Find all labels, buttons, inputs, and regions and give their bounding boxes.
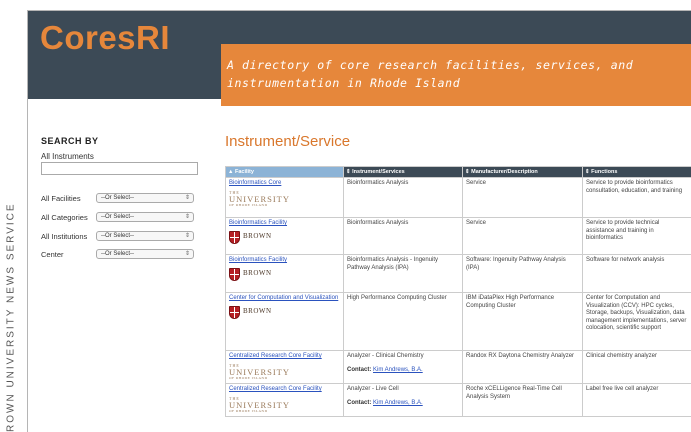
facility-link[interactable]: Center for Computation and Visualization: [229, 295, 340, 303]
instrument-cell: Bioinformatics Analysis: [343, 177, 463, 218]
column-header-functions[interactable]: ⇕ Functions: [582, 166, 691, 178]
functions-cell: Clinical chemistry analyzer: [582, 350, 691, 384]
manufacturer-cell: Roche xCELLigence Real-Time Cell Analysi…: [462, 383, 583, 417]
tagline-banner: A directory of core research facilities,…: [221, 44, 691, 106]
tagline-text: A directory of core research facilities,…: [227, 58, 634, 90]
instrument-text: Analyzer - Live Cell: [347, 386, 399, 392]
facility-link[interactable]: Centralized Research Core Facility: [229, 353, 340, 361]
contact-label: Contact:: [347, 399, 372, 406]
table-row: Bioinformatics Facility BROWN Bioinforma…: [225, 254, 691, 293]
select-arrow-icon: ⇕: [184, 195, 190, 201]
functions-cell: Label free live cell analyzer: [582, 383, 691, 417]
instrument-table: ▲ Facility ⇕ Instrument/Services ⇕ Manuf…: [225, 166, 691, 417]
facility-link[interactable]: Bioinformatics Facility: [229, 220, 340, 228]
contact-line: Contact: Kim Andrews, B.A.: [347, 400, 459, 408]
facility-cell: Bioinformatics Facility BROWN: [225, 254, 344, 293]
facilities-select[interactable]: --Or Select-- ⇕: [96, 193, 194, 203]
column-header-facility[interactable]: ▲ Facility: [225, 166, 344, 178]
brown-logo: BROWN: [229, 267, 340, 281]
manufacturer-cell: Software: Ingenuity Pathway Analysis (IP…: [462, 254, 583, 293]
uri-logo: THE UNIVERSITY OF RHODE ISLAND: [229, 395, 290, 413]
contact-label: Contact:: [347, 366, 372, 373]
table-row: Bioinformatics Core THE UNIVERSITY OF RH…: [225, 177, 691, 218]
contact-link[interactable]: Kim Andrews, B.A.: [373, 367, 423, 373]
instrument-cell: Bioinformatics Analysis - Ingenuity Path…: [343, 254, 463, 293]
table-row: Centralized Research Core Facility THE U…: [225, 383, 691, 417]
contact-link[interactable]: Kim Andrews, B.A.: [373, 400, 423, 406]
page-title: Instrument/Service: [225, 133, 351, 150]
institutions-select[interactable]: --Or Select-- ⇕: [96, 231, 194, 241]
facilities-select-value: --Or Select--: [101, 195, 134, 201]
uri-logo: THE UNIVERSITY OF RHODE ISLAND: [229, 189, 290, 207]
manufacturer-cell: Randox RX Daytona Chemistry Analyzer: [462, 350, 583, 384]
facility-cell: Centralized Research Core Facility THE U…: [225, 383, 344, 417]
instrument-cell: High Performance Computing Cluster: [343, 292, 463, 351]
facility-cell: Centralized Research Core Facility THE U…: [225, 350, 344, 384]
brown-logo: BROWN: [229, 305, 340, 319]
center-select-value: --Or Select--: [101, 251, 134, 257]
facility-cell: Bioinformatics Facility BROWN: [225, 217, 344, 255]
instrument-cell: Analyzer - Clinical Chemistry Contact: K…: [343, 350, 463, 384]
shield-icon: [229, 305, 240, 319]
functions-cell: Service to provide technical assistance …: [582, 217, 691, 255]
center-filter-label: Center: [41, 250, 64, 259]
table-row: Bioinformatics Facility BROWN Bioinforma…: [225, 217, 691, 255]
table-header-row: ▲ Facility ⇕ Instrument/Services ⇕ Manuf…: [225, 166, 691, 178]
manufacturer-cell: Service: [462, 177, 583, 218]
instrument-text: Analyzer - Clinical Chemistry: [347, 353, 424, 359]
column-header-instrument[interactable]: ⇕ Instrument/Services: [343, 166, 463, 178]
manufacturer-cell: IBM iDataPlex High Performance Computing…: [462, 292, 583, 351]
categories-select-value: --Or Select--: [101, 214, 134, 220]
categories-select[interactable]: --Or Select-- ⇕: [96, 212, 194, 222]
photo-credit-text: ROWN UNIVERSITY NEWS SERVICE: [5, 202, 17, 432]
institutions-filter-label: All Institutions: [41, 232, 88, 241]
table-row: Center for Computation and Visualization…: [225, 292, 691, 351]
center-select[interactable]: --Or Select-- ⇕: [96, 249, 194, 259]
search-by-heading: SEARCH BY: [41, 136, 99, 146]
table-row: Centralized Research Core Facility THE U…: [225, 350, 691, 384]
facility-link[interactable]: Bioinformatics Facility: [229, 257, 340, 265]
functions-cell: Service to provide bioinformatics consul…: [582, 177, 691, 218]
institutions-select-value: --Or Select--: [101, 233, 134, 239]
uri-logo: THE UNIVERSITY OF RHODE ISLAND: [229, 362, 290, 380]
facilities-filter-label: All Facilities: [41, 194, 81, 203]
instrument-search-input[interactable]: [41, 162, 198, 175]
functions-cell: Software for network analysis: [582, 254, 691, 293]
instrument-cell: Bioinformatics Analysis: [343, 217, 463, 255]
facility-link[interactable]: Centralized Research Core Facility: [229, 386, 340, 394]
all-instruments-label: All Instruments: [41, 152, 94, 161]
functions-cell: Center for Computation and Visualization…: [582, 292, 691, 351]
site-logo[interactable]: CoresRI: [40, 19, 170, 57]
manufacturer-cell: Service: [462, 217, 583, 255]
shield-icon: [229, 230, 240, 244]
facility-cell: Center for Computation and Visualization…: [225, 292, 344, 351]
select-arrow-icon: ⇕: [184, 251, 190, 257]
brown-logo: BROWN: [229, 230, 340, 244]
photo-credit: ROWN UNIVERSITY NEWS SERVICE: [0, 0, 22, 432]
shield-icon: [229, 267, 240, 281]
contact-line: Contact: Kim Andrews, B.A.: [347, 367, 459, 375]
browser-page: CoresRI A directory of core research fac…: [27, 10, 691, 432]
select-arrow-icon: ⇕: [184, 214, 190, 220]
instrument-cell: Analyzer - Live Cell Contact: Kim Andrew…: [343, 383, 463, 417]
column-header-manufacturer[interactable]: ⇕ Manufacturer/Description: [462, 166, 583, 178]
select-arrow-icon: ⇕: [184, 233, 190, 239]
categories-filter-label: All Categories: [41, 213, 88, 222]
facility-link[interactable]: Bioinformatics Core: [229, 180, 340, 188]
facility-cell: Bioinformatics Core THE UNIVERSITY OF RH…: [225, 177, 344, 218]
